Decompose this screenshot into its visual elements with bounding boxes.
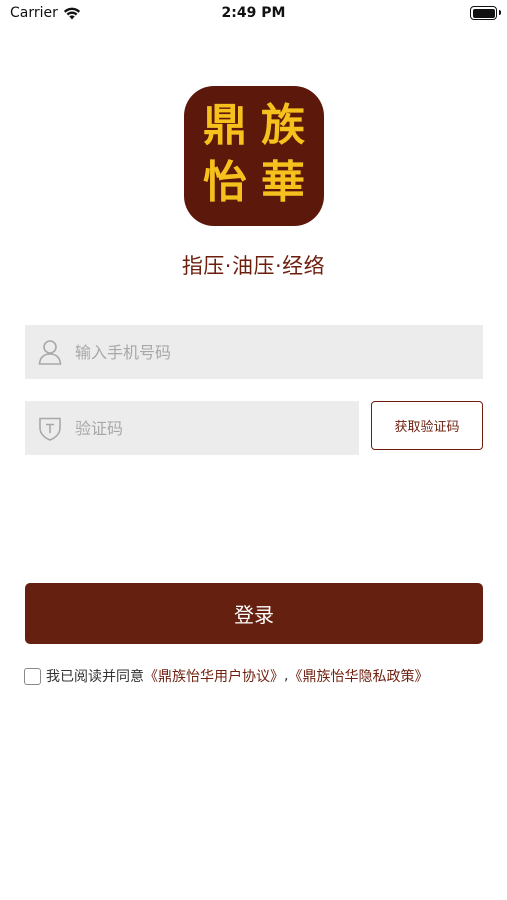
agreement-prefix: 我已阅读并同意 [46,669,144,685]
logo-char-2: 族 [261,100,305,151]
logo-char-4: 華 [261,157,305,208]
shield-icon [37,415,63,441]
agreement-checkbox[interactable] [24,667,41,685]
login-button[interactable]: 登录 [25,583,483,644]
code-input[interactable] [75,418,343,438]
phone-input[interactable] [75,342,442,362]
app-logo: 鼎 族 怡 華 [184,86,324,226]
user-agreement-link[interactable]: 《鼎族怡华用户协议》 [144,666,284,686]
logo-char-3: 怡 [203,157,247,208]
code-field[interactable] [25,401,359,455]
status-bar: Carrier 2:49 PM [0,0,507,28]
battery-icon [470,6,501,20]
privacy-policy-link[interactable]: 《鼎族怡华隐私政策》 [288,666,428,686]
status-time: 2:49 PM [221,5,286,21]
logo-char-1: 鼎 [203,100,247,151]
phone-field[interactable] [25,325,483,379]
agreement-row: 我已阅读并同意 《鼎族怡华用户协议》 , 《鼎族怡华隐私政策》 [24,666,428,686]
user-icon [37,339,63,365]
get-code-button[interactable]: 获取验证码 [371,401,483,450]
app-slogan: 指压·油压·经络 [181,254,326,278]
